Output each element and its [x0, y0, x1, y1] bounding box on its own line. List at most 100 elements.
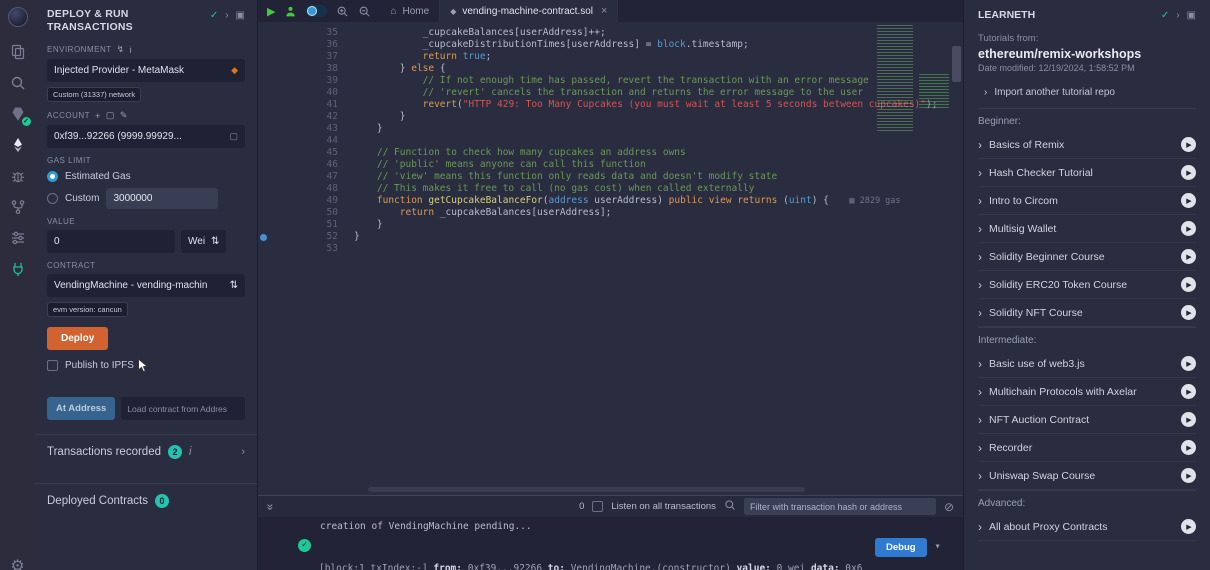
- tutorial-item[interactable]: ›Solidity Beginner Course▶: [978, 243, 1196, 271]
- info-icon[interactable]: i: [130, 45, 133, 55]
- plugin-manager-icon[interactable]: [7, 258, 29, 280]
- breakpoint-icon[interactable]: [258, 231, 268, 243]
- breakpoint-gutter[interactable]: [258, 147, 268, 159]
- breakpoint-gutter[interactable]: [258, 111, 268, 123]
- play-tutorial-icon[interactable]: ▶: [1181, 384, 1196, 399]
- tutorial-item[interactable]: ›Solidity ERC20 Token Course▶: [978, 271, 1196, 299]
- tutorial-item[interactable]: ›Solidity NFT Course▶: [978, 299, 1196, 327]
- transaction-log-row[interactable]: ✓ [block:1 txIndex:-] from: 0xf39...9226…: [298, 537, 955, 570]
- sign-message-icon[interactable]: ✎: [120, 110, 128, 121]
- tutorial-item[interactable]: ›NFT Auction Contract▶: [978, 406, 1196, 434]
- horizontal-scrollbar[interactable]: [368, 487, 805, 492]
- play-tutorial-icon[interactable]: ▶: [1181, 165, 1196, 180]
- terminal-collapse-icon[interactable]: »: [263, 503, 277, 510]
- close-tab-icon[interactable]: ×: [601, 5, 607, 17]
- breakpoint-gutter[interactable]: [258, 99, 268, 111]
- panel-popout-icon[interactable]: ▣: [236, 10, 245, 21]
- zoom-in-icon[interactable]: [336, 5, 349, 18]
- fork-state-icon[interactable]: ↯: [117, 44, 125, 55]
- solidity-compiler-icon[interactable]: ✓: [7, 103, 29, 125]
- file-explorer-icon[interactable]: [7, 41, 29, 63]
- copilot-toggle[interactable]: [306, 5, 327, 17]
- terminal-filter-input[interactable]: [744, 498, 936, 515]
- play-tutorial-icon[interactable]: ▶: [1181, 193, 1196, 208]
- transactions-recorded-row[interactable]: Transactions recorded 2 i ›: [47, 435, 245, 469]
- breakpoint-gutter[interactable]: [258, 207, 268, 219]
- remix-logo-icon[interactable]: [8, 7, 28, 27]
- run-script-icon[interactable]: ▶: [267, 5, 275, 18]
- tutorial-item[interactable]: ›All about Proxy Contracts▶: [978, 513, 1196, 541]
- search-icon[interactable]: [7, 72, 29, 94]
- play-tutorial-icon[interactable]: ▶: [1181, 356, 1196, 371]
- panel-collapse-icon[interactable]: ›: [225, 10, 228, 21]
- breakpoint-gutter[interactable]: [258, 87, 268, 99]
- tutorial-item[interactable]: ›Basics of Remix▶: [978, 131, 1196, 159]
- play-tutorial-icon[interactable]: ▶: [1181, 440, 1196, 455]
- play-tutorial-icon[interactable]: ▶: [1181, 277, 1196, 292]
- learneth-popout-icon[interactable]: ▣: [1187, 10, 1196, 21]
- tutorial-item[interactable]: ›Uniswap Swap Course▶: [978, 462, 1196, 490]
- breakpoint-gutter[interactable]: [258, 243, 268, 255]
- breakpoint-gutter[interactable]: [258, 195, 268, 207]
- copy-icon[interactable]: ▢: [229, 131, 238, 142]
- deploy-and-run-icon[interactable]: [7, 134, 29, 156]
- vertical-scrollbar[interactable]: [952, 46, 961, 82]
- expand-icon[interactable]: ›: [241, 446, 245, 458]
- tutorial-item[interactable]: ›Recorder▶: [978, 434, 1196, 462]
- breakpoint-gutter[interactable]: [258, 63, 268, 75]
- value-unit-select[interactable]: Wei ⇅: [181, 230, 226, 253]
- publish-ipfs-checkbox[interactable]: [47, 360, 58, 371]
- play-tutorial-icon[interactable]: ▶: [1181, 137, 1196, 152]
- deployed-contracts-row[interactable]: Deployed Contracts 0: [47, 484, 245, 518]
- value-input[interactable]: [47, 230, 175, 253]
- tutorial-item[interactable]: ›Hash Checker Tutorial▶: [978, 159, 1196, 187]
- minimap[interactable]: [877, 25, 913, 133]
- breakpoint-gutter[interactable]: [258, 27, 268, 39]
- breakpoint-gutter[interactable]: [258, 75, 268, 87]
- learneth-collapse-icon[interactable]: ›: [1176, 10, 1179, 21]
- deploy-button[interactable]: Deploy: [47, 327, 108, 350]
- contract-select[interactable]: VendingMachine - vending-machin ⇅: [47, 274, 245, 297]
- at-address-input[interactable]: [121, 397, 245, 420]
- debugger-icon[interactable]: [7, 165, 29, 187]
- listen-transactions-checkbox[interactable]: [592, 501, 603, 512]
- debug-button[interactable]: Debug: [875, 538, 927, 557]
- custom-gas-input[interactable]: [106, 188, 218, 209]
- breakpoint-gutter[interactable]: [258, 123, 268, 135]
- play-tutorial-icon[interactable]: ▶: [1181, 249, 1196, 264]
- breakpoint-gutter[interactable]: [258, 219, 268, 231]
- account-select[interactable]: 0xf39...92266 (9999.99929... ▢: [47, 125, 245, 148]
- breakpoint-gutter[interactable]: [258, 159, 268, 171]
- info-icon[interactable]: i: [189, 446, 192, 458]
- git-icon[interactable]: [7, 196, 29, 218]
- tutorial-item[interactable]: ›Multisig Wallet▶: [978, 215, 1196, 243]
- estimated-gas-radio[interactable]: [47, 171, 58, 182]
- play-tutorial-icon[interactable]: ▶: [1181, 221, 1196, 236]
- import-tutorial-link[interactable]: › Import another tutorial repo: [978, 83, 1196, 108]
- play-tutorial-icon[interactable]: ▶: [1181, 305, 1196, 320]
- at-address-button[interactable]: At Address: [47, 397, 115, 420]
- tutorial-item[interactable]: ›Multichain Protocols with Axelar▶: [978, 378, 1196, 406]
- code-editor[interactable]: 35 _cupcakeBalances[userAddress]++;36 _c…: [258, 22, 963, 495]
- environment-select[interactable]: Injected Provider - MetaMask ◆: [47, 59, 245, 82]
- tab-home[interactable]: ⌂ Home: [380, 0, 440, 22]
- settings-gear-icon[interactable]: ⚙: [10, 556, 24, 570]
- settings-icon[interactable]: [7, 227, 29, 249]
- tutorial-item[interactable]: ›Intro to Circom▶: [978, 187, 1196, 215]
- tutorial-item[interactable]: ›Basic use of web3.js▶: [978, 350, 1196, 378]
- clear-console-icon[interactable]: ⊘: [944, 500, 954, 514]
- breakpoint-gutter[interactable]: [258, 135, 268, 147]
- ai-assistant-icon[interactable]: [284, 5, 297, 18]
- breakpoint-gutter[interactable]: [258, 51, 268, 63]
- add-account-icon[interactable]: +: [95, 111, 101, 121]
- breakpoint-gutter[interactable]: [258, 171, 268, 183]
- breakpoint-gutter[interactable]: [258, 39, 268, 51]
- copy-account-icon[interactable]: ▢: [106, 110, 115, 121]
- expand-tx-icon[interactable]: ▾: [935, 541, 941, 552]
- zoom-out-icon[interactable]: [358, 5, 371, 18]
- play-tutorial-icon[interactable]: ▶: [1181, 412, 1196, 427]
- custom-gas-radio[interactable]: [47, 193, 58, 204]
- tab-vending-machine-contract[interactable]: ◆ vending-machine-contract.sol ×: [440, 0, 618, 22]
- play-tutorial-icon[interactable]: ▶: [1181, 519, 1196, 534]
- play-tutorial-icon[interactable]: ▶: [1181, 468, 1196, 483]
